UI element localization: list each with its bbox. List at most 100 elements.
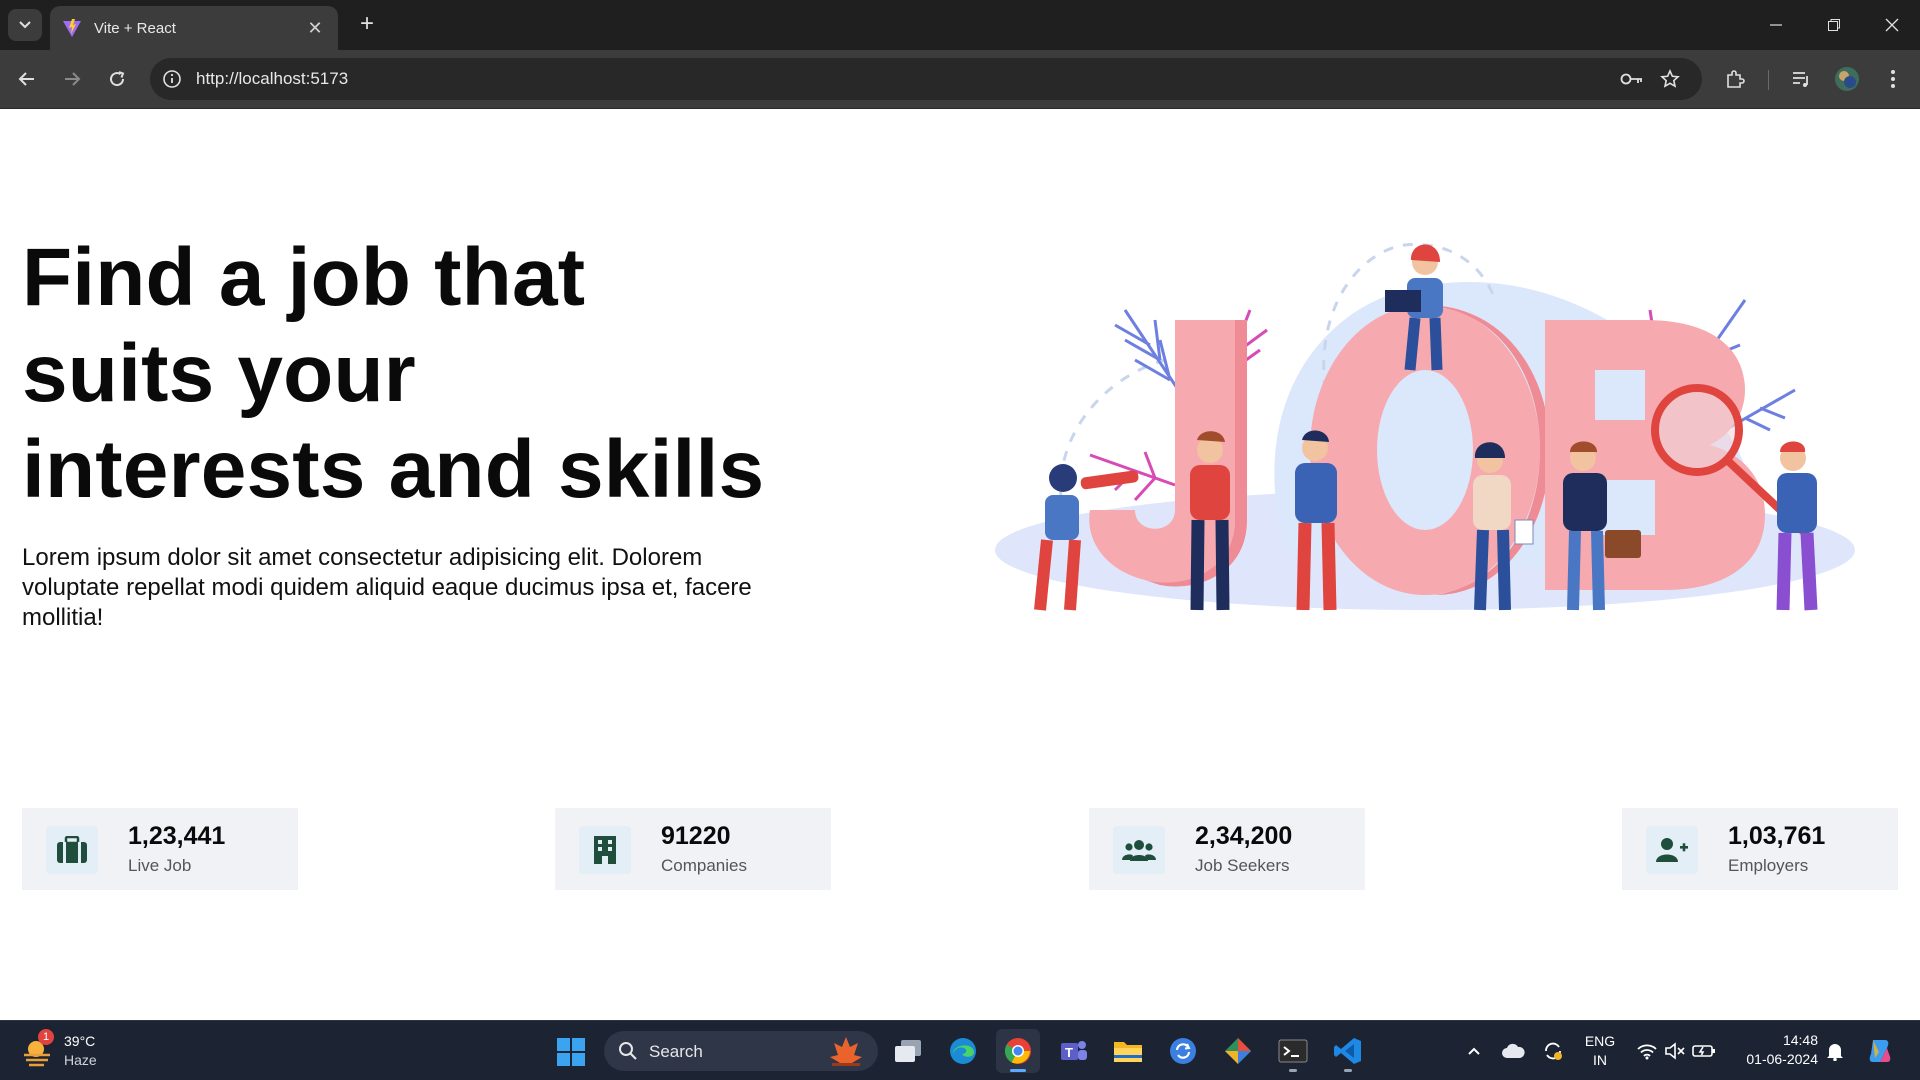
copilot-button[interactable] bbox=[1862, 1031, 1898, 1071]
stat-value: 1,23,441 bbox=[128, 822, 226, 850]
briefcase-icon bbox=[46, 826, 98, 874]
close-icon bbox=[1885, 18, 1899, 32]
stat-label: Live Job bbox=[128, 856, 192, 875]
wifi-tray[interactable] bbox=[1634, 1031, 1660, 1071]
reload-button[interactable] bbox=[100, 62, 134, 96]
minimize-button[interactable] bbox=[1748, 0, 1804, 50]
restore-button[interactable] bbox=[1806, 0, 1862, 50]
bookmark-star-icon[interactable] bbox=[1656, 66, 1684, 92]
task-view-icon bbox=[895, 1040, 921, 1062]
onedrive-tray[interactable] bbox=[1498, 1031, 1528, 1071]
sync-app[interactable] bbox=[1161, 1029, 1205, 1073]
vscode-icon bbox=[1334, 1038, 1361, 1064]
vscode-app[interactable] bbox=[1326, 1029, 1370, 1073]
site-info-icon[interactable] bbox=[158, 66, 186, 92]
forward-button[interactable] bbox=[55, 62, 89, 96]
battery-charging-icon bbox=[1692, 1045, 1715, 1057]
language-code: ENG bbox=[1584, 1033, 1616, 1049]
stat-label: Employers bbox=[1728, 856, 1809, 875]
browser-toolbar: http://localhost:5173 bbox=[0, 50, 1920, 109]
dashed-arc-left bbox=[1059, 358, 1166, 521]
browser-tab-active[interactable]: Vite + React ✕ bbox=[50, 6, 338, 50]
media-controls-button[interactable] bbox=[1784, 62, 1818, 96]
sync-tray[interactable] bbox=[1538, 1031, 1568, 1071]
close-window-button[interactable] bbox=[1864, 0, 1920, 50]
search-highlight-icon bbox=[830, 1037, 862, 1066]
edge-app[interactable] bbox=[941, 1029, 985, 1073]
running-app-indicator bbox=[1344, 1069, 1352, 1072]
tab-close-button[interactable]: ✕ bbox=[304, 18, 326, 39]
taskbar-search[interactable]: Search bbox=[604, 1031, 878, 1071]
region-code: IN bbox=[1593, 1052, 1607, 1068]
extensions-button[interactable] bbox=[1718, 62, 1752, 96]
chrome-icon bbox=[1004, 1038, 1031, 1064]
teams-icon: T bbox=[1061, 1041, 1087, 1060]
playlist-icon bbox=[1793, 72, 1808, 87]
browser-tab-strip: Vite + React ✕ + bbox=[0, 0, 1920, 50]
edge-icon bbox=[950, 1038, 976, 1064]
clock-date: 01-06-2024 bbox=[1746, 1051, 1818, 1067]
restore-icon bbox=[1828, 19, 1840, 31]
bell-icon bbox=[1827, 1044, 1843, 1061]
stat-card-live-job: 1,23,441 Live Job bbox=[22, 808, 298, 890]
task-view-button[interactable] bbox=[886, 1029, 930, 1073]
password-key-icon[interactable] bbox=[1618, 66, 1646, 92]
stat-label: Job Seekers bbox=[1195, 856, 1290, 875]
language-label: ENG IN bbox=[1585, 1032, 1615, 1070]
browser-menu-button[interactable] bbox=[1876, 62, 1910, 96]
notifications-button[interactable] bbox=[1824, 1031, 1846, 1071]
terminal-app[interactable] bbox=[1271, 1029, 1315, 1073]
os-taskbar: 1 39°C Haze Search T ENG IN 14:48 01-06-… bbox=[0, 1020, 1920, 1080]
stat-card-employers: 1,03,761 Employers bbox=[1622, 808, 1898, 890]
tab-title: Vite + React bbox=[94, 19, 176, 37]
diamond-app-icon bbox=[1225, 1038, 1251, 1064]
search-icon bbox=[619, 1042, 637, 1060]
stat-label: Companies bbox=[661, 856, 747, 875]
tab-search-button[interactable] bbox=[8, 9, 42, 41]
sync-icon bbox=[1170, 1038, 1196, 1064]
user-plus-icon bbox=[1646, 826, 1698, 874]
volume-tray[interactable] bbox=[1662, 1031, 1688, 1071]
address-bar[interactable]: http://localhost:5173 bbox=[150, 58, 1702, 100]
arrow-right-icon bbox=[65, 72, 81, 86]
wifi-icon bbox=[1637, 1044, 1657, 1060]
terminal-icon bbox=[1278, 1039, 1308, 1063]
job-illustration bbox=[995, 242, 1855, 611]
weather-condition: Haze bbox=[64, 1052, 97, 1068]
avatar-icon bbox=[1835, 67, 1859, 91]
chrome-app[interactable] bbox=[996, 1029, 1040, 1073]
chevron-up-icon bbox=[1468, 1047, 1480, 1055]
users-icon bbox=[1113, 826, 1165, 874]
stat-value: 91220 bbox=[661, 822, 731, 850]
person-magnifier bbox=[1776, 441, 1818, 611]
teams-app[interactable]: T bbox=[1051, 1029, 1095, 1073]
back-button[interactable] bbox=[10, 62, 44, 96]
new-tab-button[interactable]: + bbox=[352, 10, 382, 40]
weather-widget[interactable]: 1 39°C Haze bbox=[20, 1029, 140, 1073]
git-app[interactable] bbox=[1216, 1029, 1260, 1073]
stat-value: 1,03,761 bbox=[1728, 822, 1826, 850]
toolbar-divider bbox=[1768, 70, 1769, 90]
leaves-left bbox=[1114, 309, 1187, 401]
show-hidden-icons-button[interactable] bbox=[1462, 1031, 1486, 1071]
cloud-icon bbox=[1502, 1043, 1525, 1058]
arrow-left-icon bbox=[18, 72, 34, 86]
puzzle-icon bbox=[1727, 70, 1745, 88]
url-text: http://localhost:5173 bbox=[196, 69, 349, 88]
profile-avatar[interactable] bbox=[1830, 62, 1864, 96]
stat-card-companies: 91220 Companies bbox=[555, 808, 831, 890]
active-app-indicator bbox=[1010, 1069, 1026, 1072]
web-page: Find a job that suits your interests and… bbox=[0, 110, 1920, 1020]
reload-icon bbox=[110, 71, 125, 87]
letter-o bbox=[1310, 305, 1550, 595]
building-icon bbox=[579, 826, 631, 874]
hero-description: Lorem ipsum dolor sit amet consectetur a… bbox=[22, 544, 752, 631]
system-clock[interactable]: 14:48 01-06-2024 bbox=[1726, 1031, 1818, 1069]
language-indicator[interactable]: ENG IN bbox=[1578, 1031, 1622, 1071]
start-button[interactable] bbox=[556, 1037, 586, 1067]
running-app-indicator bbox=[1289, 1069, 1297, 1072]
file-explorer-app[interactable] bbox=[1106, 1029, 1150, 1073]
vite-logo-icon bbox=[63, 19, 81, 37]
battery-tray[interactable] bbox=[1690, 1031, 1718, 1071]
volume-muted-icon bbox=[1665, 1042, 1685, 1060]
